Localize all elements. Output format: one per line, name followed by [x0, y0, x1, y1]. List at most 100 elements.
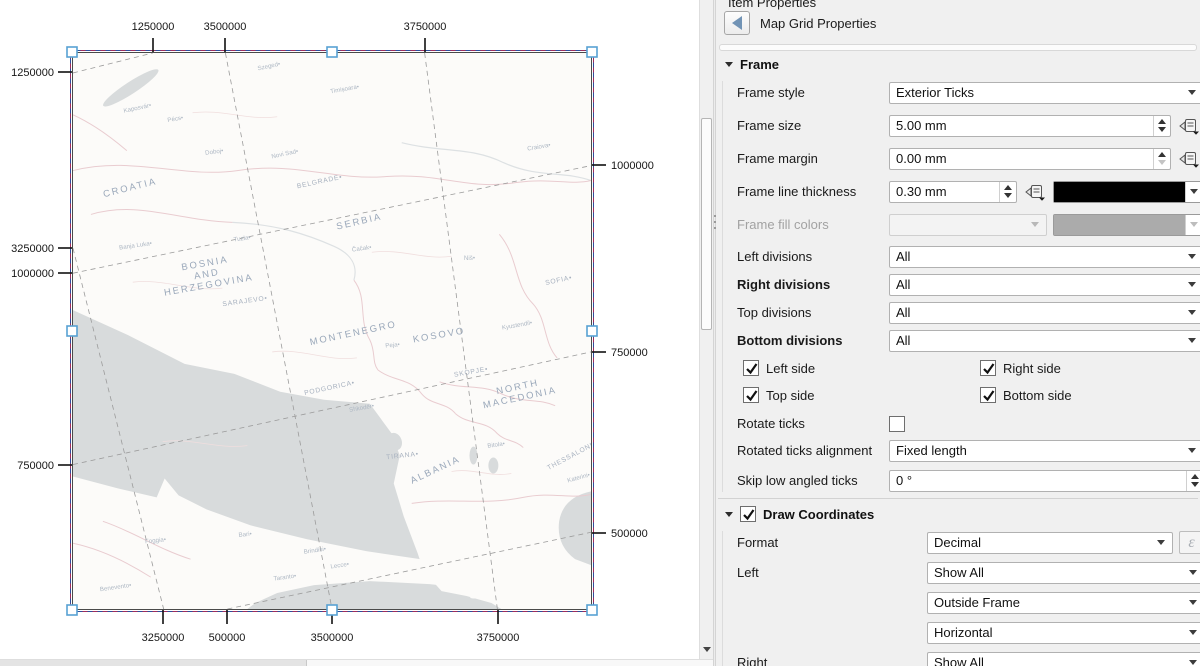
- vertical-scrollbar-thumb[interactable]: [701, 118, 712, 330]
- dropdown[interactable]: Horizontal: [927, 622, 1200, 644]
- coordinate-label: 1250000: [132, 21, 175, 33]
- property-label: Rotate ticks: [737, 416, 889, 431]
- dropdown-value: All: [896, 305, 1184, 320]
- spinbox[interactable]: 0.00 mm: [889, 148, 1171, 170]
- horizontal-scrollbar[interactable]: [0, 659, 713, 666]
- city-label: Niš•: [464, 255, 475, 262]
- map-item[interactable]: CROATIABOSNIAANDHERZEGOVINASERBIAMONTENE…: [72, 52, 592, 610]
- checkbox-label: Top side: [766, 388, 814, 403]
- frame-group-header[interactable]: Frame: [716, 53, 1200, 75]
- vertical-scrollbar[interactable]: [699, 0, 713, 659]
- layout-canvas[interactable]: CROATIABOSNIAANDHERZEGOVINASERBIAMONTENE…: [0, 0, 713, 666]
- coordinate-label: 3250000: [11, 243, 54, 255]
- spin-up-icon[interactable]: [1158, 152, 1166, 157]
- expression-button[interactable]: ε: [1179, 531, 1200, 554]
- top-divisions-dropdown[interactable]: All: [889, 302, 1200, 324]
- checkmark-icon: [741, 507, 757, 523]
- property-label: Rotated ticks alignment: [737, 443, 889, 458]
- spin-down-icon[interactable]: [1158, 160, 1166, 165]
- property-row: Rotate ticks: [737, 412, 1197, 435]
- coordinate-label: 3500000: [204, 21, 247, 33]
- chevron-down-icon: [1188, 310, 1196, 315]
- side-checkbox-item[interactable]: Right side: [980, 359, 1197, 377]
- dropdown[interactable]: Show All: [927, 652, 1200, 666]
- right-divisions-dropdown[interactable]: All: [889, 274, 1200, 296]
- horizontal-scrollbar-thumb[interactable]: [0, 660, 307, 666]
- spinbox-value: 5.00 mm: [890, 118, 1153, 133]
- side-checkbox-item[interactable]: Left side: [743, 359, 980, 377]
- property-label: Frame fill colors: [737, 217, 889, 232]
- draw-coordinates-checkbox[interactable]: [740, 506, 756, 522]
- dropdown-value: Show All: [934, 565, 1185, 580]
- section-separator: [718, 498, 1198, 499]
- side-checkbox-item[interactable]: Top side: [743, 386, 980, 404]
- spin-up-icon[interactable]: [1191, 474, 1199, 479]
- spin-down-icon[interactable]: [1004, 193, 1012, 198]
- data-defined-override-button[interactable]: [1023, 182, 1047, 202]
- checkmark-icon: [981, 361, 997, 377]
- frame-line-color-button[interactable]: [1053, 181, 1200, 203]
- top-side-checkbox[interactable]: [743, 387, 759, 403]
- rotate-ticks-checkbox[interactable]: [889, 416, 905, 432]
- chevron-down-icon: [1188, 282, 1196, 287]
- left-side-checkbox[interactable]: [743, 360, 759, 376]
- panel-title: Item Properties: [728, 0, 816, 10]
- spinbox[interactable]: 5.00 mm: [889, 115, 1171, 137]
- draw-coordinates-group-header[interactable]: Draw Coordinates: [716, 503, 1200, 525]
- checkbox-label: Bottom side: [1003, 388, 1072, 403]
- color-swatch: [1054, 215, 1185, 235]
- chevron-down-icon: [1190, 222, 1198, 227]
- spinbox[interactable]: 0.30 mm: [889, 181, 1017, 203]
- property-label: Left divisions: [737, 249, 889, 264]
- property-label: Frame style: [737, 85, 889, 100]
- property-row: Skip low angled ticks0 °: [737, 469, 1197, 492]
- property-label: Format: [737, 535, 927, 550]
- back-button[interactable]: [724, 11, 750, 35]
- format-dropdown[interactable]: Decimal: [927, 532, 1173, 554]
- bottom-divisions-dropdown[interactable]: All: [889, 330, 1200, 352]
- color-dropdown-button[interactable]: [1185, 182, 1200, 202]
- chevron-down-icon: [1188, 448, 1196, 453]
- dropdown-value: Outside Frame: [934, 595, 1185, 610]
- bottom-side-checkbox[interactable]: [980, 387, 996, 403]
- property-label: Right: [737, 655, 927, 666]
- skip-low-angled-ticks-spinbox[interactable]: 0 °: [889, 470, 1200, 492]
- spin-up-icon[interactable]: [1158, 119, 1166, 124]
- spin-up-icon[interactable]: [1004, 185, 1012, 190]
- data-defined-override-button[interactable]: [1177, 149, 1200, 169]
- frame-fill-color-button: [1053, 214, 1200, 236]
- side-checkbox-item[interactable]: Bottom side: [980, 386, 1197, 404]
- coordinate-label: 1250000: [11, 67, 54, 79]
- scroll-down-button[interactable]: [700, 642, 713, 657]
- property-label: Right divisions: [737, 277, 889, 292]
- coordinate-label: 500000: [209, 632, 246, 644]
- spin-down-icon[interactable]: [1158, 127, 1166, 132]
- back-arrow-icon: [732, 16, 742, 30]
- coordinate-label: 3500000: [311, 632, 354, 644]
- property-row: Frame line thickness0.30 mm: [737, 180, 1197, 203]
- property-label: Frame line thickness: [737, 184, 889, 199]
- coordinate-label: 750000: [611, 347, 648, 359]
- dropdown[interactable]: Show All: [927, 562, 1200, 584]
- left-divisions-dropdown[interactable]: All: [889, 246, 1200, 268]
- horizontal-scrollstrip[interactable]: [719, 44, 1197, 51]
- color-swatch: [1054, 182, 1185, 202]
- data-defined-override-button[interactable]: [1177, 116, 1200, 136]
- rotated-ticks-alignment-dropdown[interactable]: Fixed length: [889, 440, 1200, 462]
- spin-down-icon[interactable]: [1191, 482, 1199, 487]
- frame-style-dropdown[interactable]: Exterior Ticks: [889, 82, 1200, 104]
- property-row: Frame size5.00 mm: [737, 114, 1197, 137]
- chevron-down-icon: [1031, 222, 1039, 227]
- dropdown-value: Fixed length: [896, 443, 1184, 458]
- coordinate-label: 1000000: [611, 160, 654, 172]
- collapse-arrow-icon: [725, 62, 733, 67]
- dropdown-value: All: [896, 277, 1184, 292]
- dropdown-value: Horizontal: [934, 625, 1185, 640]
- property-row: Right divisions All: [737, 273, 1197, 296]
- property-label: Frame size: [737, 118, 889, 133]
- coordinate-label: 3750000: [477, 632, 520, 644]
- arrow-down-icon: [703, 647, 711, 652]
- dropdown[interactable]: Outside Frame: [927, 592, 1200, 614]
- frame-group-title: Frame: [740, 57, 779, 72]
- right-side-checkbox[interactable]: [980, 360, 996, 376]
